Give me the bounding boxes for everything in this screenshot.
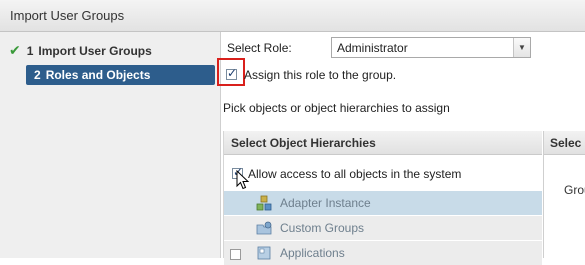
step-import-user-groups[interactable]: ✔ 1 Import User Groups	[9, 40, 152, 60]
panel-title: Select Object Hierarchies	[231, 136, 376, 150]
panel-title: Selec	[550, 136, 582, 150]
adapter-icon	[256, 195, 272, 211]
step-label: Import User Groups	[38, 44, 152, 58]
assign-role-checkbox[interactable]: ✓	[226, 66, 238, 80]
step-roles-and-objects[interactable]: 2 Roles and Objects	[26, 65, 215, 85]
chevron-down-icon[interactable]: ▼	[513, 38, 530, 57]
role-select-value: Administrator	[337, 41, 408, 55]
select-role-label: Select Role:	[227, 41, 292, 55]
step-number: 1	[26, 44, 34, 58]
pick-objects-label: Pick objects or object hierarchies to as…	[223, 101, 450, 115]
allow-all-label[interactable]: Allow access to all objects in the syste…	[248, 167, 461, 181]
tree-row-custom-groups[interactable]: Custom Groups	[224, 216, 542, 240]
checkmark-icon: ✔	[9, 42, 21, 58]
check-mark-icon: ✓	[227, 66, 238, 80]
tree-row-label: Custom Groups	[280, 221, 365, 235]
role-select[interactable]: Administrator ▼	[331, 37, 531, 58]
tree-row-applications[interactable]: Applications	[224, 241, 542, 265]
tree-row-label: Adapter Instance	[280, 196, 371, 210]
selected-objects-panel: Selec Grou	[543, 131, 585, 258]
custom-groups-icon	[256, 221, 272, 235]
step-number: 2	[34, 68, 41, 82]
mouse-pointer-icon	[236, 170, 250, 190]
panel-text: Grou	[564, 183, 585, 197]
assign-role-label[interactable]: Assign this role to the group.	[244, 68, 396, 82]
applications-icon	[257, 246, 271, 260]
wizard-steps: ✔ 1 Import User Groups 2 Roles and Objects	[0, 32, 221, 258]
tree-row-adapter-instance[interactable]: Adapter Instance	[224, 191, 542, 215]
object-hierarchies-panel: Select Object Hierarchies ✓ Allow access…	[223, 131, 542, 265]
step-label: Roles and Objects	[45, 68, 151, 82]
title-bar: Import User Groups	[0, 0, 585, 32]
window-title: Import User Groups	[10, 8, 125, 23]
applications-checkbox[interactable]	[230, 249, 241, 260]
panel-header: Selec	[544, 131, 585, 155]
main-content: Select Role: Administrator ▼ ✓ Assign th…	[217, 32, 585, 265]
panel-header: Select Object Hierarchies	[224, 131, 542, 155]
